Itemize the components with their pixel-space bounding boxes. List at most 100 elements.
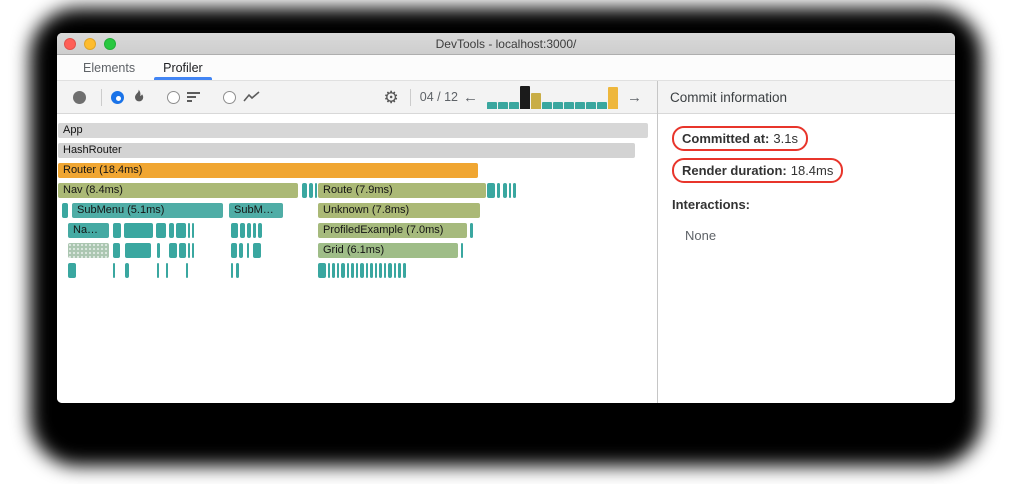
flame-bar[interactable] (309, 183, 313, 198)
next-commit-button[interactable]: → (622, 90, 647, 105)
flame-bar[interactable] (68, 263, 76, 278)
flame-bar[interactable] (247, 223, 251, 238)
flame-bar[interactable] (113, 243, 120, 258)
commit-bar[interactable] (531, 93, 541, 109)
flame-bar-grid-6-1ms[interactable]: Grid (6.1ms) (318, 243, 458, 258)
commit-bar[interactable] (509, 102, 519, 109)
flame-bar-na[interactable]: Na… (68, 223, 109, 238)
flame-bar[interactable] (388, 263, 392, 278)
ranked-view-radio[interactable] (167, 90, 180, 104)
flame-bar[interactable] (231, 223, 238, 238)
flame-bar[interactable] (332, 263, 335, 278)
flame-bar[interactable] (509, 183, 511, 198)
flame-bar[interactable] (394, 263, 396, 278)
flame-bar-app[interactable]: App (58, 123, 648, 138)
flame-bar[interactable] (188, 223, 190, 238)
flame-bar[interactable] (192, 243, 194, 258)
flame-bar[interactable] (247, 243, 249, 258)
flame-bar[interactable] (186, 263, 188, 278)
commit-bar[interactable] (608, 87, 618, 109)
flame-bar-unknown-7-8ms[interactable]: Unknown (7.8ms) (318, 203, 480, 218)
commit-bar[interactable] (586, 102, 596, 109)
flame-icon[interactable] (131, 89, 145, 105)
flame-bar[interactable] (157, 243, 160, 258)
flame-bar[interactable] (125, 263, 129, 278)
record-button[interactable] (73, 90, 86, 104)
flame-bar[interactable] (240, 223, 245, 238)
commit-bar[interactable] (487, 102, 497, 109)
flame-bar[interactable] (356, 263, 358, 278)
flame-bar[interactable] (253, 243, 261, 258)
flame-bar[interactable] (360, 263, 364, 278)
flame-bar-hashrouter[interactable]: HashRouter (58, 143, 635, 158)
flame-bar[interactable] (384, 263, 386, 278)
flame-bar[interactable] (470, 223, 473, 238)
flame-bar[interactable] (157, 263, 159, 278)
flame-bar[interactable] (351, 263, 354, 278)
flame-bar[interactable] (236, 263, 239, 278)
ranked-chart-icon[interactable] (187, 91, 201, 103)
flame-bar[interactable] (68, 243, 109, 258)
commit-bar[interactable] (597, 102, 607, 109)
commit-bar[interactable] (575, 102, 585, 109)
flame-bar[interactable] (503, 183, 507, 198)
flame-bar[interactable] (302, 183, 307, 198)
flame-bar[interactable] (188, 243, 190, 258)
flame-bar[interactable] (124, 223, 153, 238)
flame-bar[interactable] (166, 263, 168, 278)
commit-bar[interactable] (553, 102, 563, 109)
flame-bar[interactable] (347, 263, 349, 278)
close-button[interactable] (64, 38, 76, 50)
commit-bar[interactable] (542, 102, 552, 109)
flame-bar-subm[interactable]: SubM… (229, 203, 283, 218)
flame-bar[interactable] (239, 243, 243, 258)
flame-bar[interactable] (156, 223, 166, 238)
flame-bar[interactable] (328, 263, 330, 278)
flame-bar-submenu-5-1ms[interactable]: SubMenu (5.1ms) (72, 203, 223, 218)
line-chart-icon[interactable] (243, 91, 260, 103)
flame-bar-profiledexample-7-0ms[interactable]: ProfiledExample (7.0ms) (318, 223, 467, 238)
title-bar[interactable]: DevTools - localhost:3000/ (57, 33, 955, 55)
flame-bar[interactable] (370, 263, 373, 278)
flame-bar[interactable] (461, 243, 463, 258)
tab-elements[interactable]: Elements (69, 55, 149, 80)
flame-bar[interactable] (403, 263, 406, 278)
flame-bar[interactable] (179, 243, 186, 258)
flame-bar[interactable] (231, 243, 237, 258)
commit-bar[interactable] (498, 102, 508, 109)
flame-bar[interactable] (487, 183, 495, 198)
flame-bar[interactable] (125, 243, 151, 258)
minimize-button[interactable] (84, 38, 96, 50)
flame-bar[interactable] (253, 223, 256, 238)
zoom-button[interactable] (104, 38, 116, 50)
flame-bar[interactable] (315, 183, 317, 198)
commit-bar-selected[interactable] (520, 86, 530, 109)
flame-bar[interactable] (113, 263, 115, 278)
flame-bar[interactable] (375, 263, 377, 278)
flame-bar[interactable] (398, 263, 401, 278)
interactions-view-radio[interactable] (223, 90, 236, 104)
flame-bar[interactable] (231, 263, 233, 278)
flame-bar[interactable] (169, 223, 174, 238)
flame-bar[interactable] (192, 223, 194, 238)
flamegraph-view-radio[interactable] (111, 90, 124, 104)
flame-bar[interactable] (341, 263, 345, 278)
flame-bar-router-18-4ms[interactable]: Router (18.4ms) (58, 163, 478, 178)
flame-bar[interactable] (113, 223, 121, 238)
flame-bar[interactable] (318, 263, 326, 278)
flame-bar[interactable] (379, 263, 382, 278)
settings-gear-icon[interactable]: ⚙ (384, 89, 399, 106)
prev-commit-button[interactable]: ← (458, 90, 483, 105)
tab-profiler[interactable]: Profiler (149, 55, 217, 80)
flame-bar[interactable] (497, 183, 500, 198)
flame-bar[interactable] (176, 223, 186, 238)
flame-bar[interactable] (513, 183, 516, 198)
commit-selector-chart[interactable] (487, 85, 618, 109)
flame-bar[interactable] (258, 223, 262, 238)
flame-bar-route-7-9ms[interactable]: Route (7.9ms) (318, 183, 486, 198)
flame-bar[interactable] (366, 263, 368, 278)
flame-bar[interactable] (62, 203, 68, 218)
flame-bar[interactable] (337, 263, 339, 278)
flame-bar-nav-8-4ms[interactable]: Nav (8.4ms) (58, 183, 298, 198)
flame-bar[interactable] (169, 243, 177, 258)
